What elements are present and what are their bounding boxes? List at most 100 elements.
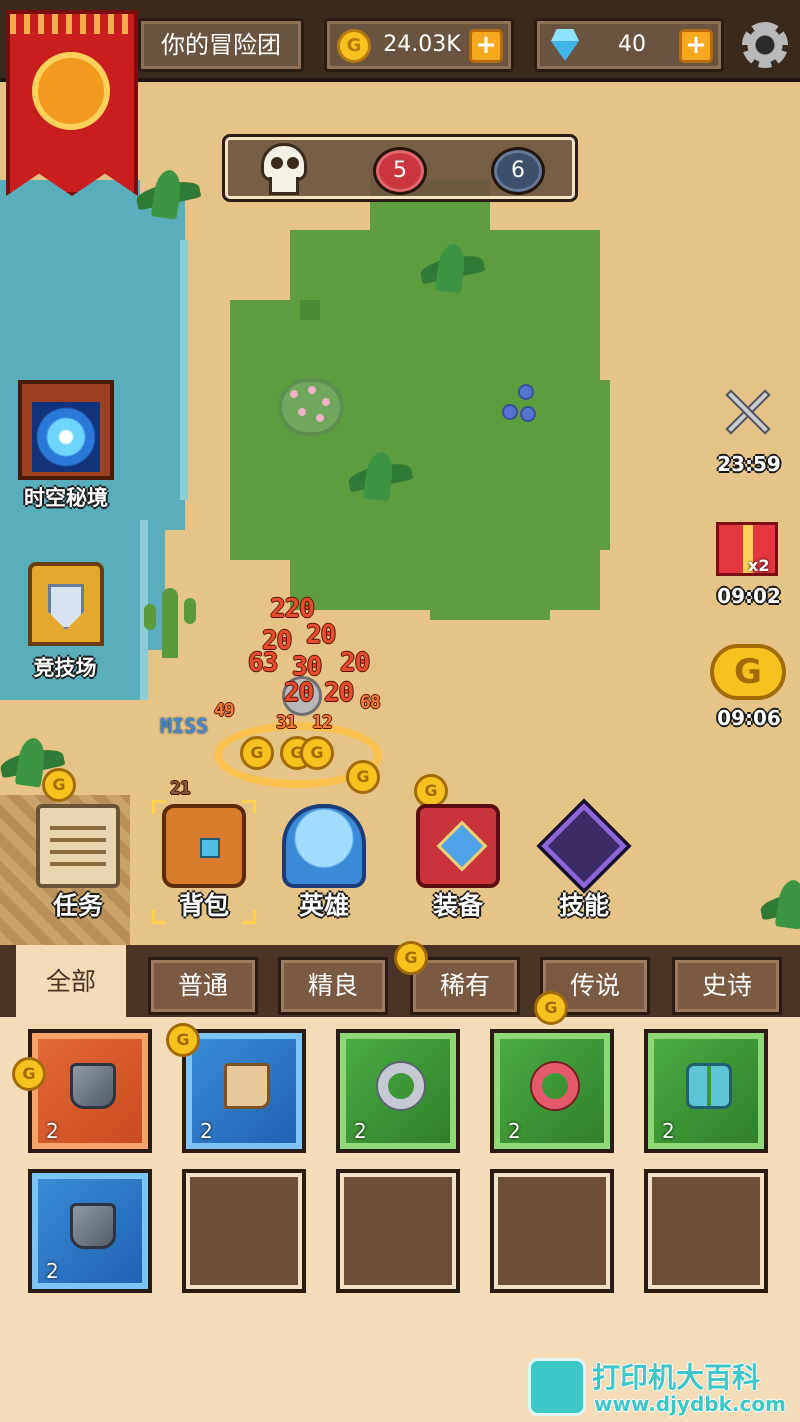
team-name[interactable]: 你的冒险团 xyxy=(138,18,304,72)
tab-fine[interactable]: 精良 xyxy=(278,957,388,1015)
coin-drop[interactable] xyxy=(12,1057,46,1091)
stage-marker-blue: 6 xyxy=(491,147,545,195)
item-count: 2 xyxy=(200,1119,213,1143)
bracers-icon xyxy=(686,1063,732,1109)
settings-button[interactable] xyxy=(736,18,792,72)
item-count: 2 xyxy=(662,1119,675,1143)
palm-plant xyxy=(420,244,484,294)
hero-button[interactable]: 英雄 xyxy=(264,800,384,928)
inventory-slot[interactable]: 2 xyxy=(28,1029,152,1153)
skills-label: 技能 xyxy=(558,891,609,920)
hero-label: 英雄 xyxy=(298,891,349,920)
selection-corner xyxy=(152,800,166,814)
tab-all[interactable]: 全部 xyxy=(16,945,126,1017)
item-count: 2 xyxy=(508,1119,521,1143)
coin-drop[interactable] xyxy=(346,760,380,794)
guild-banner[interactable] xyxy=(6,10,138,196)
ring-icon xyxy=(378,1063,424,1109)
shoreline xyxy=(180,240,188,500)
blue-flowers xyxy=(500,380,546,426)
coin-drop[interactable] xyxy=(42,768,76,802)
ring-icon xyxy=(532,1063,578,1109)
gold-counter: G 24.03K + xyxy=(324,18,514,72)
inventory-slot[interactable]: 2 xyxy=(182,1029,306,1153)
gift-timer: 09:02 xyxy=(717,584,781,608)
palm-plant xyxy=(136,170,200,220)
coin-drop[interactable] xyxy=(394,941,428,975)
chest-icon xyxy=(162,804,246,888)
damage-number: 68 xyxy=(360,692,381,713)
diamond-icon xyxy=(547,29,583,63)
add-gold-button[interactable]: + xyxy=(469,29,503,63)
gem-amount: 40 xyxy=(618,32,646,57)
inventory-slot-empty[interactable] xyxy=(490,1169,614,1293)
tab-common[interactable]: 普通 xyxy=(148,957,258,1015)
coin-drop[interactable] xyxy=(534,991,568,1025)
scroll-icon xyxy=(36,804,120,888)
gold-coin-icon: G xyxy=(337,29,371,63)
add-gems-button[interactable]: + xyxy=(679,29,713,63)
time-space-realm-button[interactable]: 时空秘境 xyxy=(8,380,124,516)
stage-progress-bar: 5 6 xyxy=(222,134,578,202)
quest-label: 任务 xyxy=(52,891,103,920)
inventory-slot[interactable]: 2 xyxy=(336,1029,460,1153)
damage-number: 21 xyxy=(170,778,191,799)
battle-timer: 23:59 xyxy=(717,452,781,476)
coin-boost-button[interactable]: 09:06 xyxy=(704,640,794,736)
arena-label: 竞技场 xyxy=(33,656,97,680)
portal-icon xyxy=(18,380,114,480)
equipment-book-icon xyxy=(416,804,500,888)
palm-plant xyxy=(760,880,800,930)
grass-area xyxy=(540,380,610,550)
equipment-button[interactable]: 装备 xyxy=(398,800,518,928)
sun-emblem-icon xyxy=(32,52,110,130)
palm-plant xyxy=(348,452,412,502)
grass-patch xyxy=(300,300,320,320)
portal-label: 时空秘境 xyxy=(24,486,108,510)
backpack-button[interactable]: 背包 xyxy=(144,800,264,928)
inventory-slot-empty[interactable] xyxy=(644,1169,768,1293)
watermark-title: 打印机大百科 xyxy=(592,1361,761,1394)
coin-drop[interactable] xyxy=(166,1023,200,1057)
damage-number: 20 xyxy=(306,620,336,650)
damage-number: 12 xyxy=(312,712,333,733)
tab-rare[interactable]: 稀有 xyxy=(410,957,520,1015)
arena-button[interactable]: 竞技场 xyxy=(10,548,120,688)
damage-number: 20 xyxy=(324,678,354,708)
inventory-slot[interactable]: 2 xyxy=(644,1029,768,1153)
quest-button[interactable]: 任务 xyxy=(18,800,138,928)
coin-drop[interactable] xyxy=(300,736,334,770)
inventory-slot-empty[interactable] xyxy=(182,1169,306,1293)
miss-text: MISS xyxy=(160,714,209,738)
damage-number: 20 xyxy=(340,648,370,678)
site-watermark: 打印机大百科 www.djydbk.com xyxy=(528,1354,800,1422)
skull-icon xyxy=(257,143,311,197)
inventory-slot[interactable]: 2 xyxy=(28,1169,152,1293)
damage-number: 31 xyxy=(276,712,297,733)
tab-epic[interactable]: 史诗 xyxy=(672,957,782,1015)
coin-drop[interactable] xyxy=(240,736,274,770)
skills-button[interactable]: 技能 xyxy=(524,798,644,928)
gift-multiplier: x2 xyxy=(748,556,770,575)
gift-box-button[interactable]: x2 09:02 xyxy=(704,512,794,612)
banner-fringe xyxy=(10,14,134,34)
inventory-panel: 全部 普通 精良 稀有 传说 史诗 2 2 2 2 2 2 xyxy=(0,941,800,1422)
selection-corner xyxy=(242,800,256,814)
item-count: 2 xyxy=(46,1119,59,1143)
gloves-icon xyxy=(70,1203,116,1249)
crossed-swords-icon xyxy=(720,384,776,440)
coin-boost-timer: 09:06 xyxy=(717,706,781,730)
inventory-slot[interactable]: 2 xyxy=(490,1029,614,1153)
gloves-icon xyxy=(70,1063,116,1109)
gold-coins-icon xyxy=(710,644,786,700)
boots-icon xyxy=(224,1063,270,1109)
equipment-label: 装备 xyxy=(432,891,483,920)
gem-counter: 40 + xyxy=(534,18,724,72)
gold-amount: 24.03K xyxy=(383,32,461,57)
grass-area xyxy=(340,500,460,600)
item-count: 2 xyxy=(354,1119,367,1143)
battle-event-button[interactable]: 23:59 xyxy=(704,382,794,478)
backpack-label: 背包 xyxy=(178,891,229,920)
gear-icon xyxy=(742,22,788,68)
inventory-slot-empty[interactable] xyxy=(336,1169,460,1293)
